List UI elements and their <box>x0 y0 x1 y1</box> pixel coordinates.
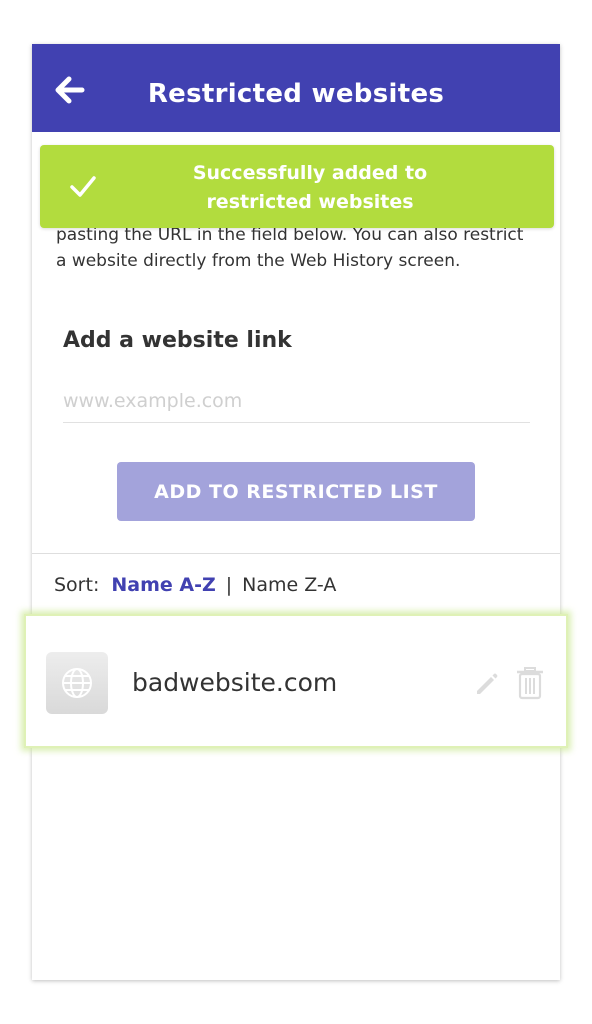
sort-name-asc[interactable]: Name A-Z <box>111 574 215 596</box>
sort-name-desc[interactable]: Name Z-A <box>242 574 336 596</box>
site-name: badwebsite.com <box>132 668 338 697</box>
list-item[interactable]: badwebsite.com <box>24 614 568 748</box>
sort-separator: | <box>225 574 233 596</box>
sort-label: Sort: <box>54 574 100 596</box>
sort-controls: Sort: Name A-Z | Name Z-A <box>54 574 336 596</box>
toast-line-2: restricted websites <box>206 191 414 213</box>
add-to-restricted-list-button[interactable]: ADD TO RESTRICTED LIST <box>117 462 475 521</box>
trash-icon <box>517 667 543 700</box>
edit-button[interactable] <box>474 671 500 697</box>
intro-text: pasting the URL in the field below. You … <box>56 225 524 271</box>
globe-icon <box>62 668 92 698</box>
success-toast: Successfully added to restricted website… <box>40 145 554 228</box>
page-title: Restricted websites <box>147 79 445 109</box>
app-screen: Restricted websites pasting the URL in t… <box>32 44 560 980</box>
site-thumbnail <box>46 652 108 714</box>
toast-message: Successfully added to restricted website… <box>140 159 480 217</box>
checkmark-icon <box>70 176 96 197</box>
website-url-input[interactable] <box>63 380 530 423</box>
app-bar: Restricted websites <box>32 44 560 132</box>
divider <box>32 553 560 554</box>
toast-line-1: Successfully added to <box>192 162 428 184</box>
pencil-icon <box>477 673 498 694</box>
delete-button[interactable] <box>515 666 545 700</box>
add-website-label: Add a website link <box>63 328 292 353</box>
